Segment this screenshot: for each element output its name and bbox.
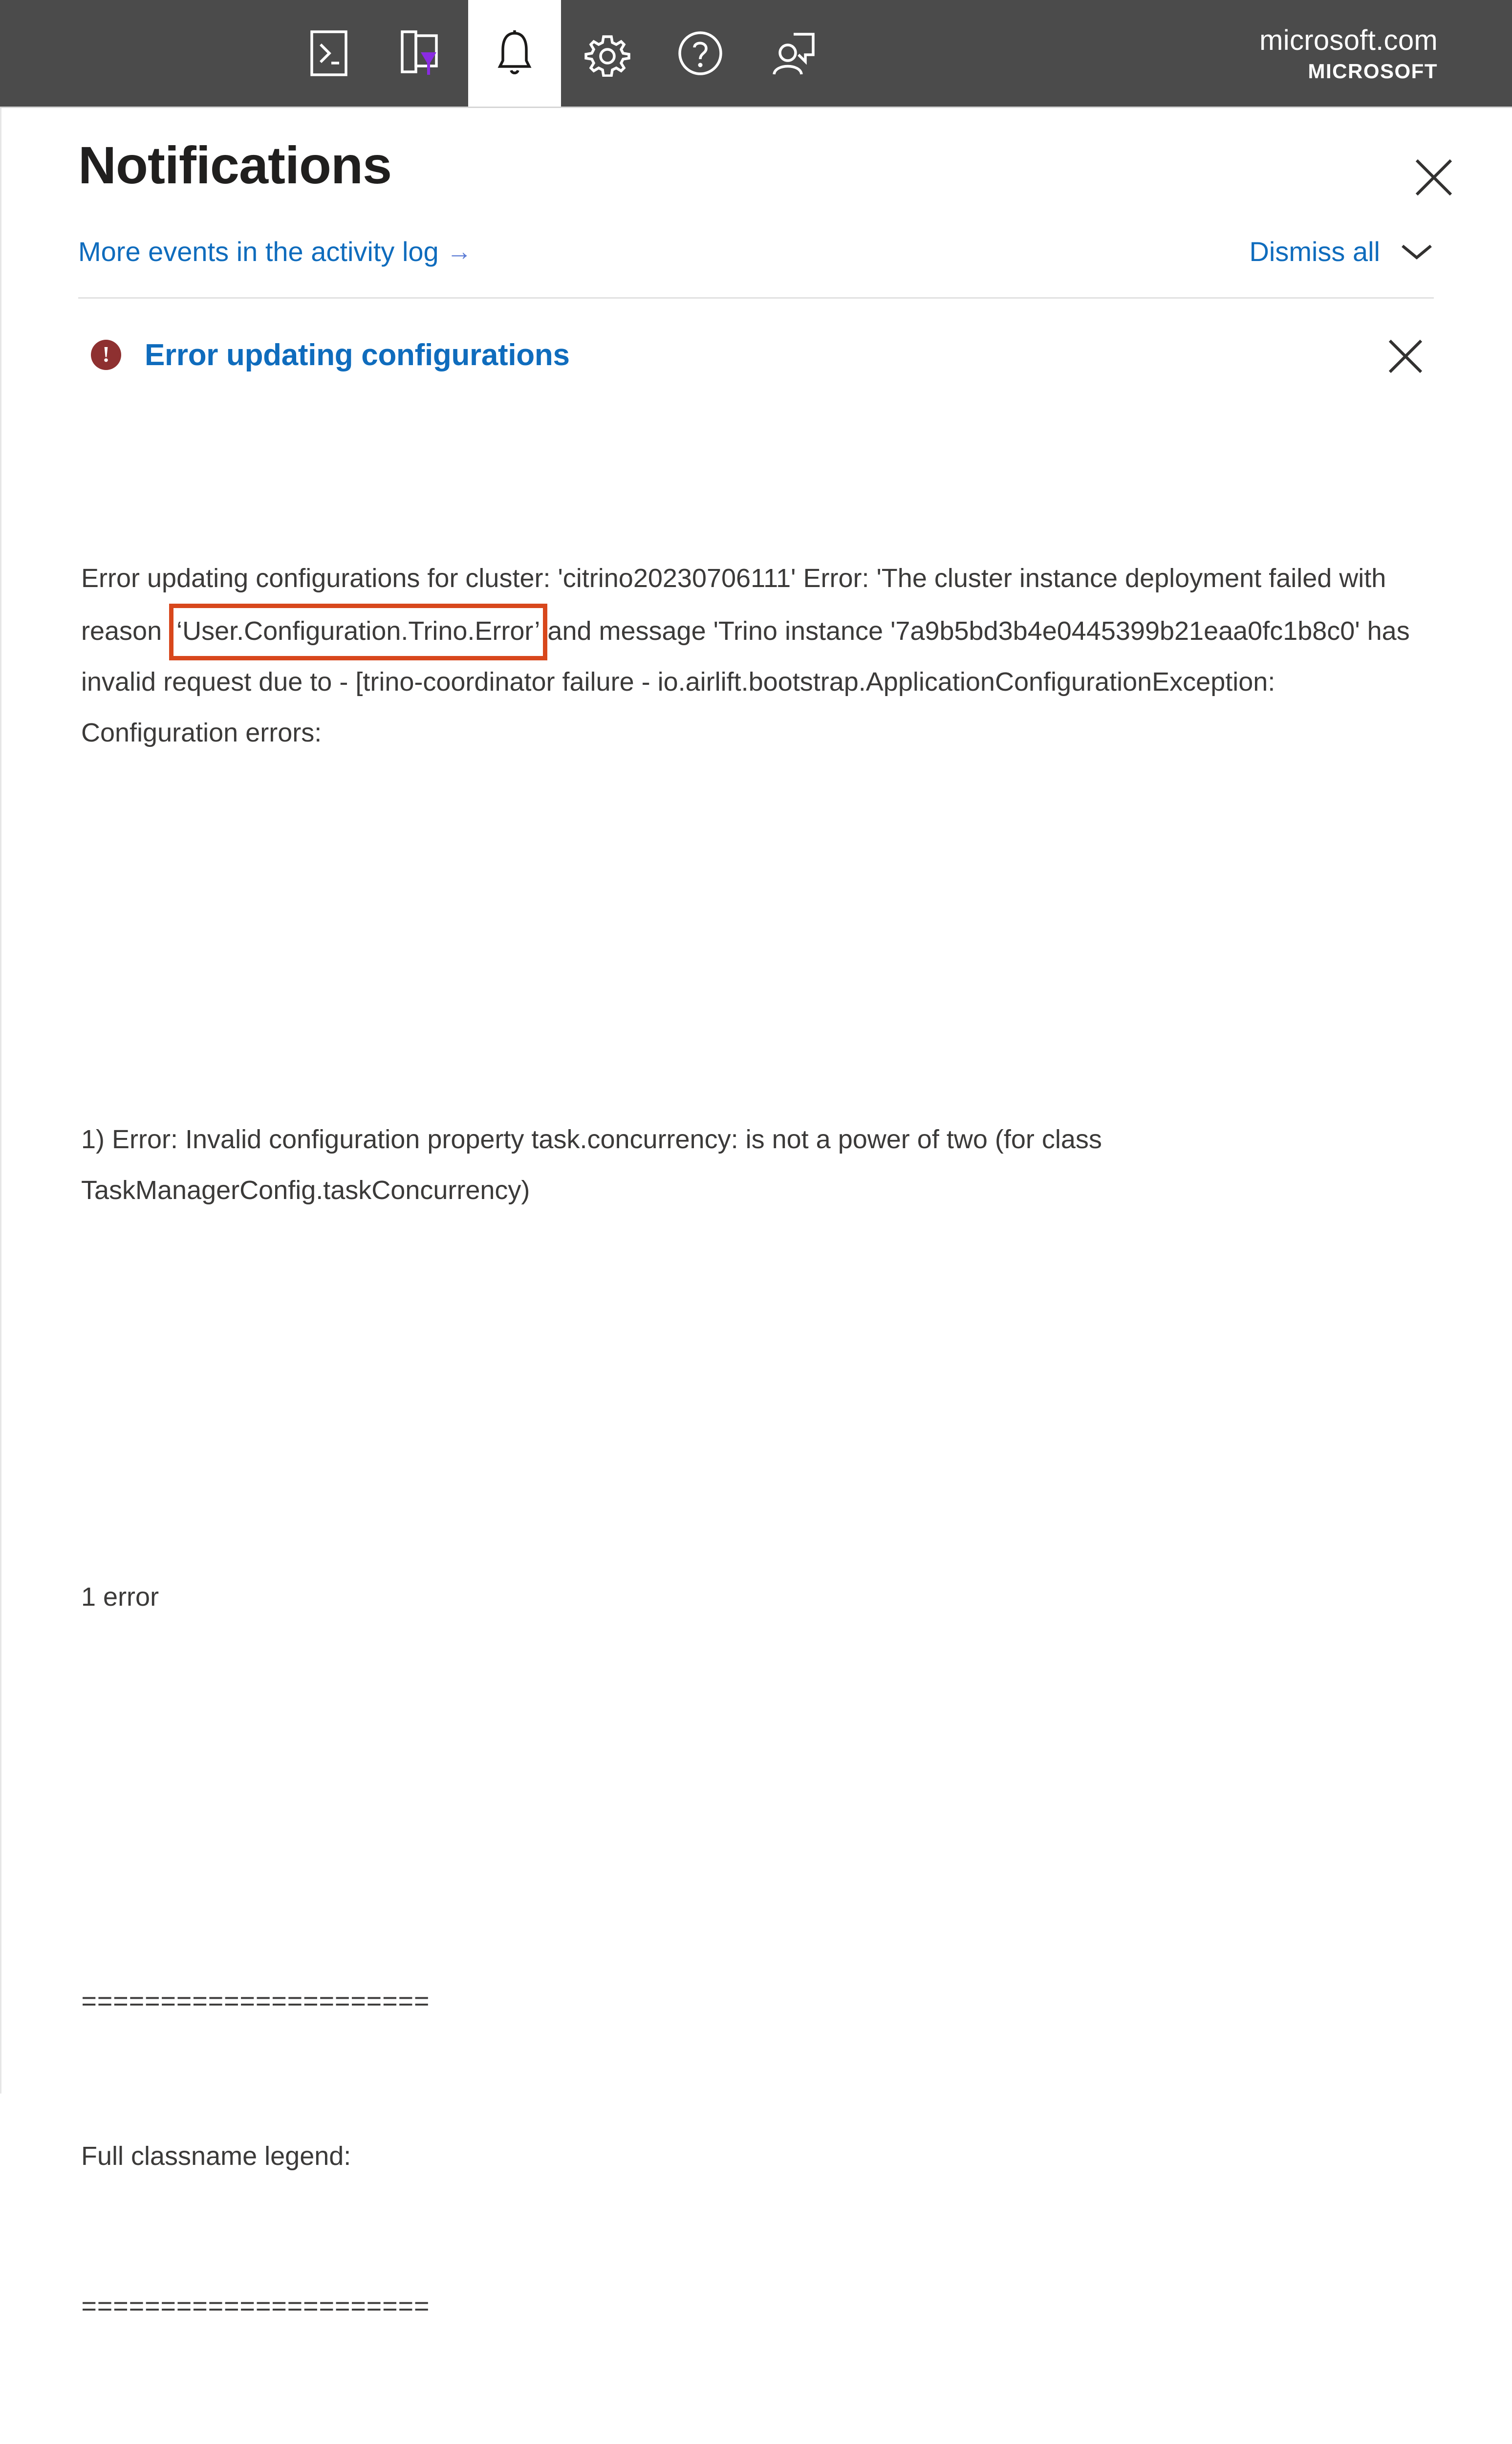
dismiss-all-group: Dismiss all bbox=[1249, 236, 1434, 282]
help-question-icon[interactable] bbox=[654, 0, 747, 107]
notification-body: Error updating configurations for cluste… bbox=[78, 400, 1434, 2444]
settings-gear-icon[interactable] bbox=[561, 0, 654, 107]
account-info[interactable]: microsoft.com MICROSOFT bbox=[1259, 0, 1512, 107]
dismiss-notification-button[interactable] bbox=[1381, 332, 1430, 381]
config-error-item: 1) Error: Invalid configuration property… bbox=[81, 1125, 1109, 1205]
more-events-label: More events in the activity log bbox=[78, 236, 439, 267]
separator-line-1: ====================== bbox=[81, 1988, 430, 2018]
topbar-icon-group bbox=[282, 0, 840, 107]
panel-actions-row: More events in the activity log → Dismis… bbox=[78, 220, 1434, 299]
azure-top-bar: microsoft.com MICROSOFT bbox=[0, 0, 1512, 107]
notification-item: ! Error updating configurations Error up… bbox=[78, 299, 1434, 2444]
panel-left-rule bbox=[0, 108, 1, 2094]
panel-header: Notifications bbox=[0, 108, 1512, 220]
body-spacer-1 bbox=[81, 911, 1434, 961]
body-spacer-3 bbox=[81, 1775, 1434, 1826]
separator-line-2: ====================== bbox=[81, 2293, 430, 2323]
chevron-down-icon[interactable] bbox=[1400, 242, 1434, 262]
notifications-panel: Notifications More events in the activit… bbox=[0, 107, 1512, 2323]
account-domain: microsoft.com bbox=[1259, 24, 1438, 56]
classname-legend-entry: TaskManagerConfig: "io.trino.execution.T… bbox=[81, 2436, 1434, 2444]
notification-detail-paragraph: Error updating configurations for cluste… bbox=[81, 553, 1434, 758]
account-org: MICROSOFT bbox=[1308, 60, 1438, 83]
classname-legend-start: Full classname legend: bbox=[81, 2141, 351, 2171]
body-spacer-2 bbox=[81, 1368, 1434, 1419]
error-count: 1 error bbox=[81, 1582, 159, 1612]
close-panel-button[interactable] bbox=[1404, 148, 1463, 207]
arrow-right-icon: → bbox=[446, 237, 472, 266]
error-severity-icon: ! bbox=[91, 340, 121, 370]
cloud-shell-icon[interactable] bbox=[282, 0, 375, 107]
notification-title[interactable]: Error updating configurations bbox=[145, 338, 570, 372]
notification-header: ! Error updating configurations bbox=[78, 328, 1434, 382]
topbar-left-spacer bbox=[0, 0, 282, 107]
feedback-person-icon[interactable] bbox=[747, 0, 840, 107]
page-title: Notifications bbox=[78, 135, 392, 195]
directory-subscription-filter-icon[interactable] bbox=[375, 0, 468, 107]
notifications-bell-icon[interactable] bbox=[468, 0, 561, 107]
dismiss-all-button[interactable]: Dismiss all bbox=[1249, 236, 1380, 267]
more-events-activity-log-link[interactable]: More events in the activity log → bbox=[78, 236, 472, 282]
highlighted-error-reason: ‘User.Configuration.Trino.Error’ bbox=[169, 604, 548, 660]
